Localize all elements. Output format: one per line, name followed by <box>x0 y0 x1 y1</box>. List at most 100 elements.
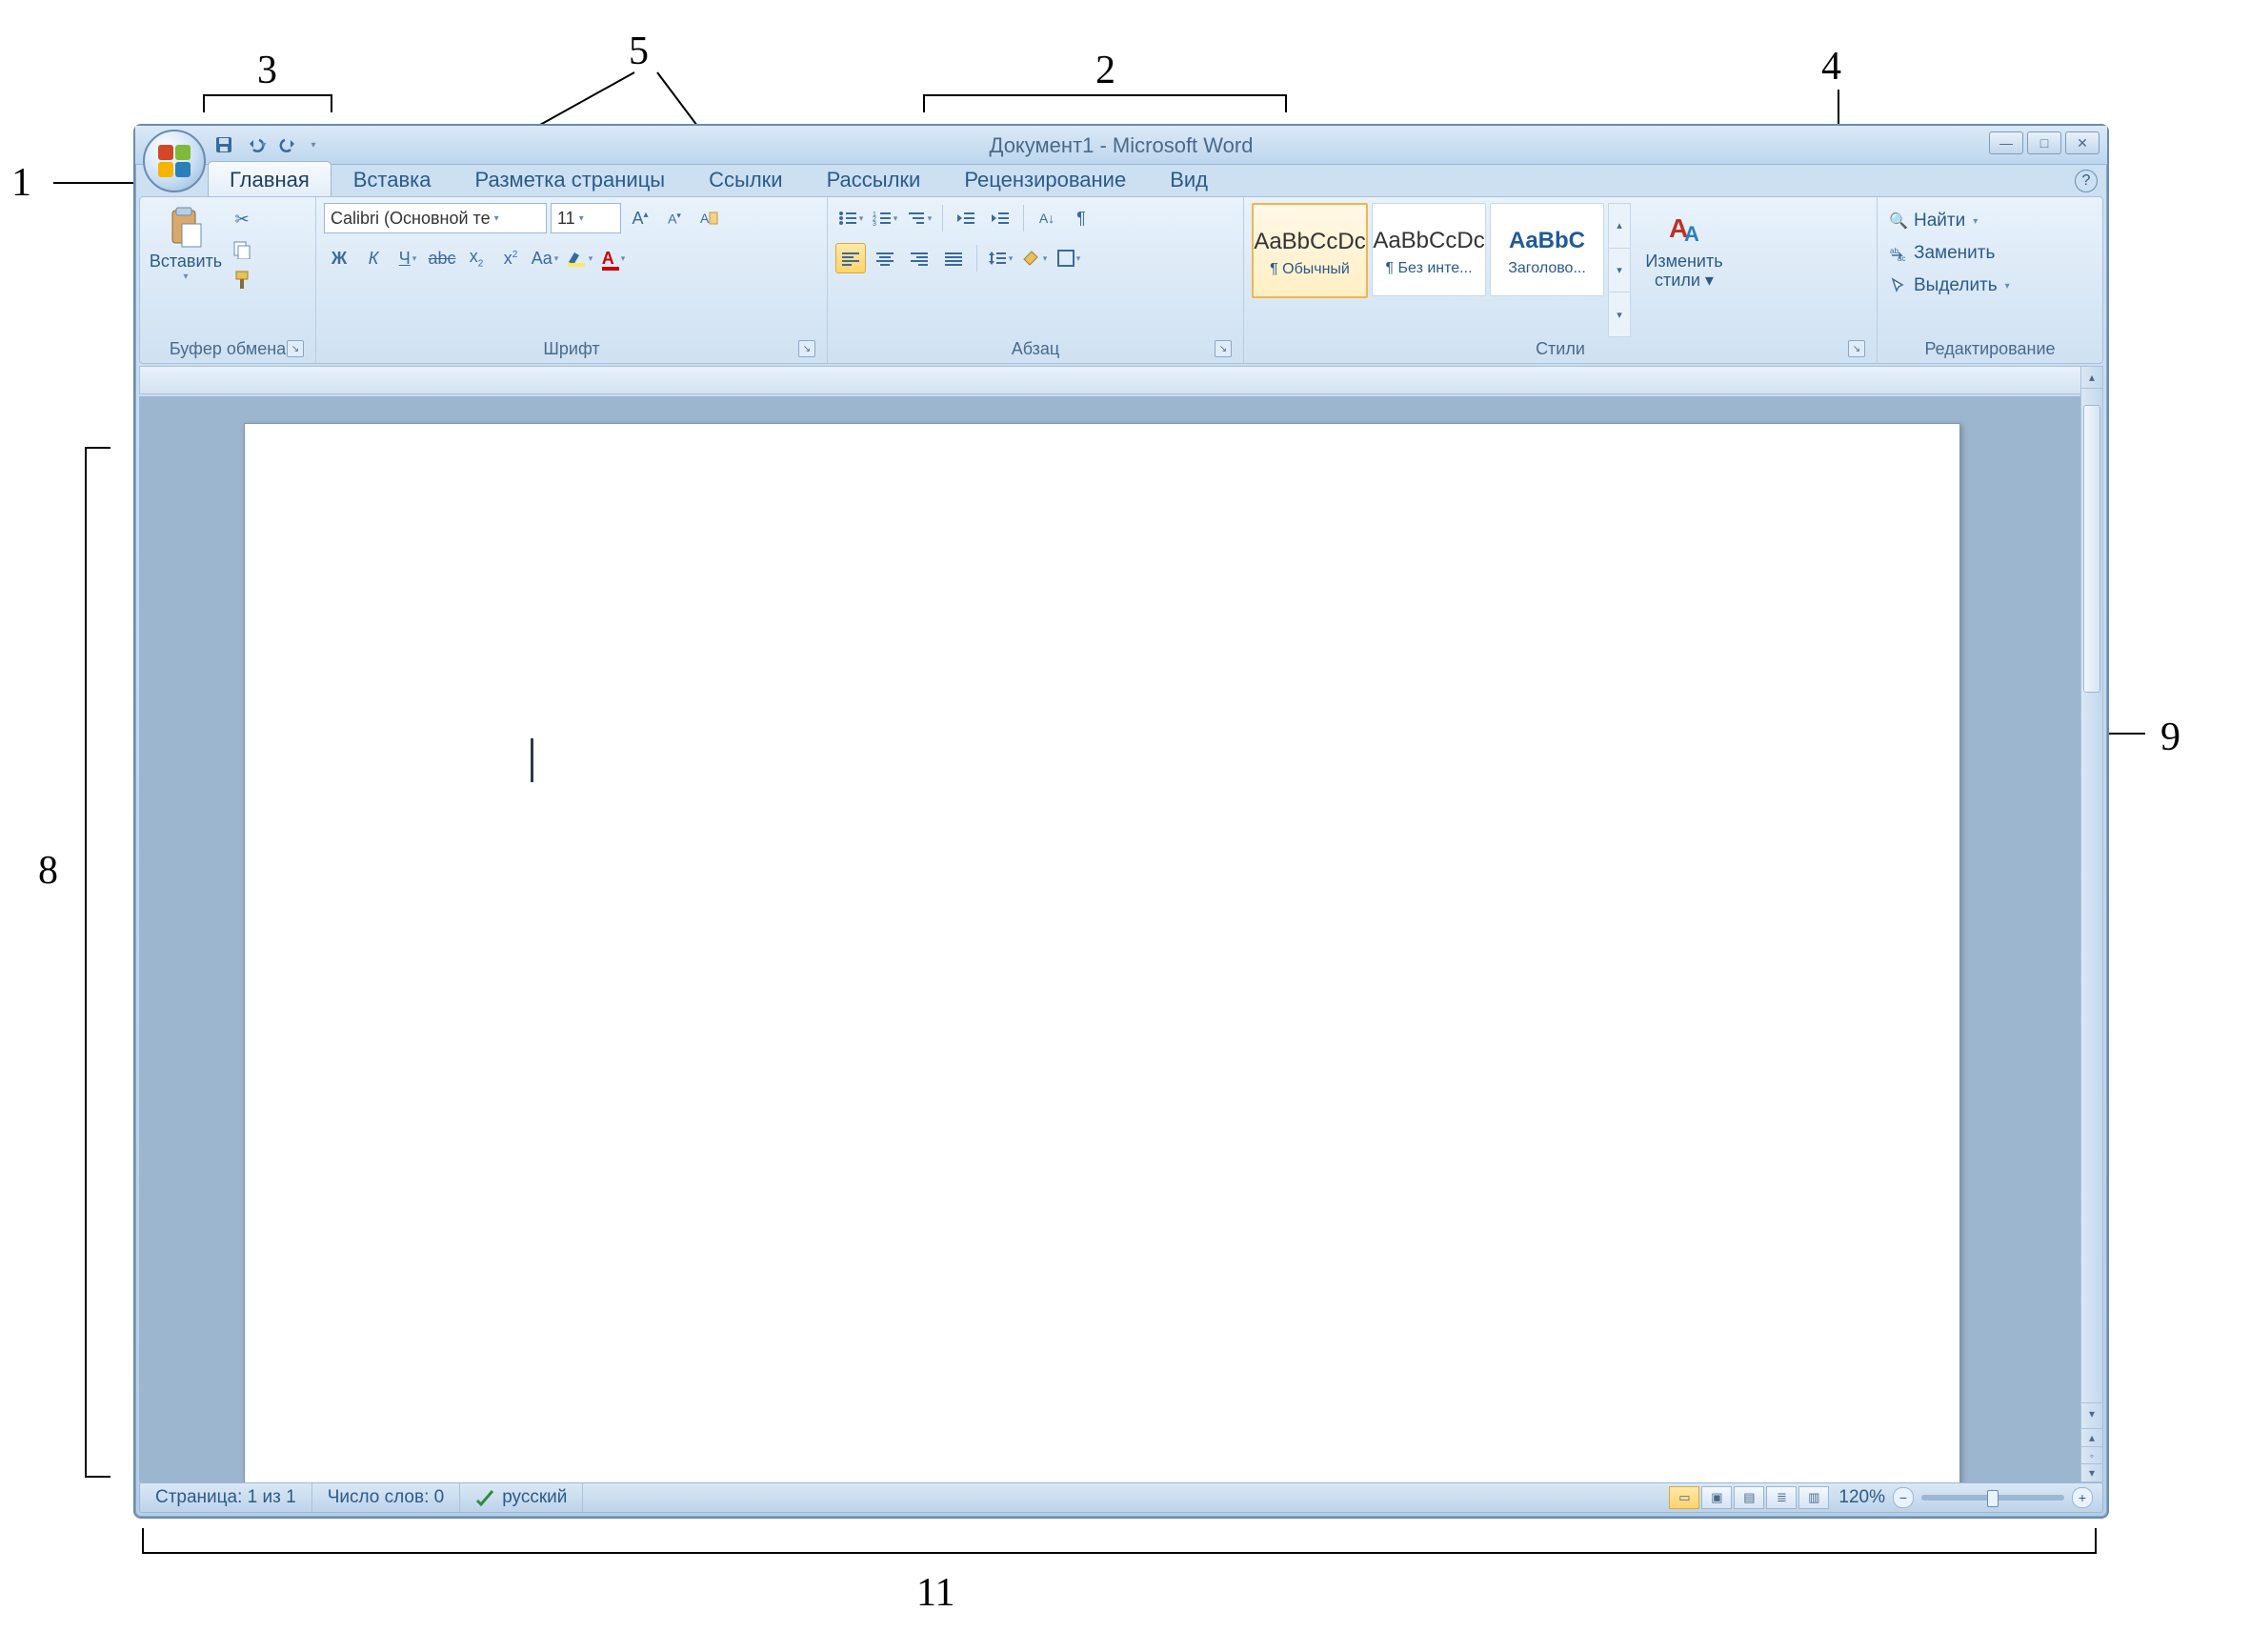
select-button[interactable]: Выделить▾ <box>1885 273 2014 298</box>
align-right-button[interactable] <box>904 243 934 273</box>
font-launcher[interactable]: ↘ <box>798 340 815 357</box>
numbering-button[interactable]: 123▾ <box>870 203 900 233</box>
show-paragraph-button[interactable]: ¶ <box>1066 203 1096 233</box>
align-right-icon <box>911 251 928 266</box>
style-heading1[interactable]: AaBbC Заголово... <box>1490 203 1604 296</box>
superscript-button[interactable]: x2 <box>495 243 526 273</box>
decrease-indent-button[interactable] <box>951 203 981 233</box>
font-size-combo[interactable]: 11▾ <box>551 203 621 233</box>
zoom-value[interactable]: 120% <box>1838 1487 1885 1508</box>
office-button[interactable] <box>143 130 206 192</box>
undo-button[interactable]: ▾ <box>244 133 269 156</box>
underline-button[interactable]: Ч▾ <box>392 243 423 273</box>
styles-launcher[interactable]: ↘ <box>1848 340 1865 357</box>
grow-font-button[interactable]: A▴ <box>625 203 655 233</box>
tab-review[interactable]: Рецензирование <box>942 161 1148 196</box>
line-spacing-icon <box>988 250 1007 267</box>
zoom-slider-knob[interactable] <box>1987 1490 1999 1507</box>
gallery-up-button[interactable]: ▴ <box>1609 204 1630 249</box>
vertical-scrollbar[interactable]: ▴ ▾ ▴ ◦ ▾ <box>2080 366 2103 1482</box>
subscript-button[interactable]: x2 <box>461 243 492 273</box>
svg-text:ac: ac <box>1898 254 1905 261</box>
copy-button[interactable] <box>230 237 254 262</box>
horizontal-ruler[interactable] <box>139 366 2082 394</box>
font-name-combo[interactable]: Calibri (Основной те▾ <box>324 203 547 233</box>
tab-mailings[interactable]: Рассылки <box>805 161 943 196</box>
align-left-button[interactable] <box>835 243 866 273</box>
maximize-button[interactable]: □ <box>2027 131 2061 154</box>
scroll-up-button[interactable]: ▴ <box>2081 367 2102 389</box>
group-clipboard-label: Буфер обмена <box>170 339 286 359</box>
tab-home[interactable]: Главная <box>208 161 331 196</box>
style-normal[interactable]: AaBbCcDс ¶ Обычный <box>1252 203 1368 298</box>
style-no-spacing[interactable]: AaBbCcDс ¶ Без инте... <box>1372 203 1486 296</box>
status-page[interactable]: Страница: 1 из 1 <box>140 1483 312 1512</box>
zoom-in-button[interactable]: + <box>2072 1487 2093 1508</box>
tab-page-layout[interactable]: Разметка страницы <box>453 161 688 196</box>
view-web-layout-button[interactable]: ▤ <box>1734 1486 1764 1509</box>
strikethrough-button[interactable]: abc <box>427 243 457 273</box>
prev-page-button[interactable]: ▴ <box>2081 1428 2102 1446</box>
paragraph-launcher[interactable]: ↘ <box>1215 340 1232 357</box>
group-editing: 🔍 Найти▾ abac Заменить Выделить▾ <box>1878 197 2102 363</box>
replace-button[interactable]: abac Заменить <box>1885 241 2014 266</box>
document-page[interactable] <box>244 423 1960 1482</box>
status-language[interactable]: русский <box>460 1483 583 1512</box>
browse-object-button[interactable]: ◦ <box>2081 1446 2102 1464</box>
spellcheck-icon <box>475 1489 494 1506</box>
view-outline-button[interactable]: ≣ <box>1766 1486 1797 1509</box>
highlight-button[interactable]: ▾ <box>564 243 594 273</box>
gallery-down-button[interactable]: ▾ <box>1609 249 1630 293</box>
format-painter-button[interactable] <box>230 268 254 292</box>
sort-button[interactable]: A↓ <box>1032 203 1062 233</box>
change-styles-button[interactable]: AA Изменить стили ▾ <box>1637 203 1732 337</box>
bold-button[interactable]: Ж <box>324 243 354 273</box>
font-color-button[interactable]: A▾ <box>598 243 629 273</box>
borders-icon <box>1057 250 1075 267</box>
scroll-thumb[interactable] <box>2083 405 2100 693</box>
redo-button[interactable] <box>276 133 301 156</box>
change-case-button[interactable]: Aa▾ <box>530 243 560 273</box>
ribbon-tabs: Главная Вставка Разметка страницы Ссылки… <box>208 164 2107 196</box>
find-button[interactable]: 🔍 Найти▾ <box>1885 209 2014 233</box>
increase-indent-button[interactable] <box>985 203 1015 233</box>
bold-icon: Ж <box>331 249 347 269</box>
minimize-button[interactable]: — <box>1989 131 2023 154</box>
align-center-button[interactable] <box>870 243 900 273</box>
font-size-value: 11 <box>557 209 575 229</box>
multilevel-list-button[interactable]: ▾ <box>904 203 934 233</box>
borders-button[interactable]: ▾ <box>1054 243 1084 273</box>
view-draft-button[interactable]: ▥ <box>1798 1486 1829 1509</box>
next-page-button[interactable]: ▾ <box>2081 1463 2102 1481</box>
shading-button[interactable]: ▾ <box>1019 243 1050 273</box>
view-print-layout-button[interactable]: ▭ <box>1669 1486 1699 1509</box>
shrink-font-button[interactable]: A▾ <box>659 203 690 233</box>
scroll-down-button[interactable]: ▾ <box>2081 1402 2102 1424</box>
qat-more-button[interactable]: ▾ <box>309 140 318 151</box>
status-word-count[interactable]: Число слов: 0 <box>312 1483 461 1512</box>
find-label: Найти <box>1914 211 1965 232</box>
tab-references[interactable]: Ссылки <box>687 161 804 196</box>
zoom-out-button[interactable]: − <box>1893 1487 1914 1508</box>
paste-button[interactable]: Вставить ▾ <box>148 203 224 286</box>
help-button[interactable]: ? <box>2075 170 2098 192</box>
justify-button[interactable] <box>938 243 969 273</box>
superscript-icon: x2 <box>504 249 518 269</box>
gallery-more-button[interactable]: ▾ <box>1609 292 1630 336</box>
tab-view[interactable]: Вид <box>1148 161 1230 196</box>
group-paragraph: ▾ 123▾ ▾ A↓ ¶ <box>828 197 1244 363</box>
underline-icon: Ч <box>399 249 411 269</box>
clipboard-launcher[interactable]: ↘ <box>287 340 304 357</box>
line-spacing-button[interactable]: ▾ <box>985 243 1015 273</box>
view-full-screen-button[interactable]: ▣ <box>1701 1486 1732 1509</box>
zoom-slider[interactable] <box>1921 1495 2064 1501</box>
cut-button[interactable]: ✂ <box>230 207 254 232</box>
bullets-button[interactable]: ▾ <box>835 203 866 233</box>
status-language-label: русский <box>502 1487 567 1508</box>
tab-insert[interactable]: Вставка <box>331 161 453 196</box>
clear-formatting-button[interactable]: A <box>693 203 724 233</box>
close-button[interactable]: ✕ <box>2065 131 2099 154</box>
italic-button[interactable]: К <box>358 243 389 273</box>
callout-8: 8 <box>38 848 58 894</box>
save-button[interactable] <box>211 133 236 156</box>
